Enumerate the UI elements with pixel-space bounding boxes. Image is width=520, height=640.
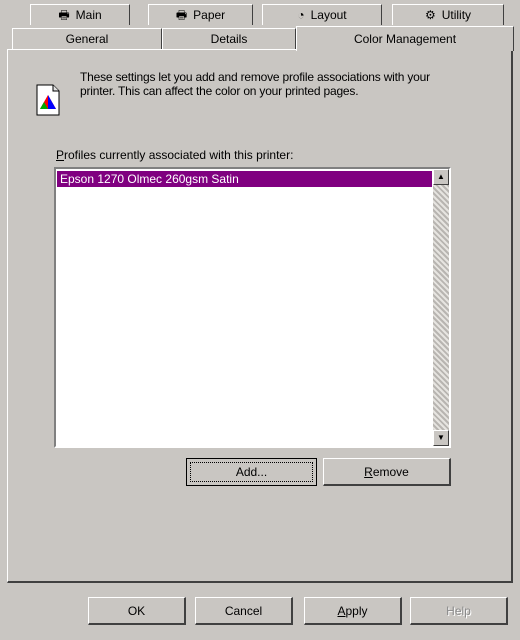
tab-color-management-label: Color Management bbox=[353, 32, 457, 46]
vertical-scrollbar[interactable]: ▲ ▼ bbox=[433, 169, 449, 446]
tab-details[interactable]: Details bbox=[162, 28, 296, 50]
cancel-button-label: Cancel bbox=[224, 603, 263, 618]
tab-layout[interactable]: ◔ Layout bbox=[262, 4, 382, 25]
tab-general[interactable]: General bbox=[12, 28, 162, 50]
apply-button[interactable]: Apply bbox=[304, 597, 402, 625]
tab-paper[interactable]: 🖶 Paper bbox=[148, 4, 253, 25]
help-button[interactable]: Help bbox=[410, 597, 508, 625]
scroll-down-button[interactable]: ▼ bbox=[433, 430, 449, 446]
utility-icon: ⚙ bbox=[424, 8, 436, 22]
profiles-label-mnemonic: P bbox=[56, 148, 65, 162]
color-management-icon bbox=[36, 84, 60, 116]
tab-row-back: 🖶 Main 🖶 Paper ◔ Layout ⚙ Utility bbox=[0, 4, 520, 26]
tab-layout-label: Layout bbox=[310, 8, 347, 22]
arrow-up-icon: ▲ bbox=[437, 172, 445, 181]
tab-color-management[interactable]: Color Management bbox=[296, 26, 514, 51]
printer-icon: 🖶 bbox=[175, 8, 188, 22]
layout-icon: ◔ bbox=[297, 8, 305, 22]
tab-utility-label: Utility bbox=[441, 8, 472, 22]
arrow-down-icon: ▼ bbox=[437, 433, 445, 442]
remove-button-text: emove bbox=[372, 464, 409, 479]
tab-utility[interactable]: ⚙ Utility bbox=[392, 4, 504, 25]
profiles-label-text: rofiles currently associated with this p… bbox=[64, 148, 294, 162]
tab-general-label: General bbox=[65, 32, 109, 46]
tab-main-label: Main bbox=[75, 8, 102, 22]
ok-button-label: OK bbox=[127, 603, 146, 618]
apply-button-text: pply bbox=[345, 603, 368, 618]
apply-button-mnemonic: A bbox=[337, 603, 346, 618]
add-button-label: Add... bbox=[190, 462, 313, 482]
add-button[interactable]: Add... bbox=[186, 458, 317, 486]
tab-details-label: Details bbox=[210, 32, 248, 46]
list-item[interactable]: Epson 1270 Olmec 260gsm Satin bbox=[57, 171, 432, 187]
help-button-label: Help bbox=[446, 603, 471, 618]
remove-button[interactable]: Remove bbox=[323, 458, 451, 486]
profiles-listbox[interactable]: Epson 1270 Olmec 260gsm Satin ▲ ▼ bbox=[54, 167, 451, 448]
profiles-label: Profiles currently associated with this … bbox=[56, 148, 293, 162]
description-text: These settings let you add and remove pr… bbox=[80, 70, 430, 98]
printer-icon: 🖶 bbox=[58, 8, 70, 22]
tab-paper-label: Paper bbox=[193, 8, 226, 22]
tab-main[interactable]: 🖶 Main bbox=[30, 4, 130, 25]
remove-button-mnemonic: R bbox=[364, 464, 373, 479]
ok-button[interactable]: OK bbox=[88, 597, 186, 625]
scroll-up-button[interactable]: ▲ bbox=[433, 169, 449, 185]
cancel-button[interactable]: Cancel bbox=[195, 597, 293, 625]
